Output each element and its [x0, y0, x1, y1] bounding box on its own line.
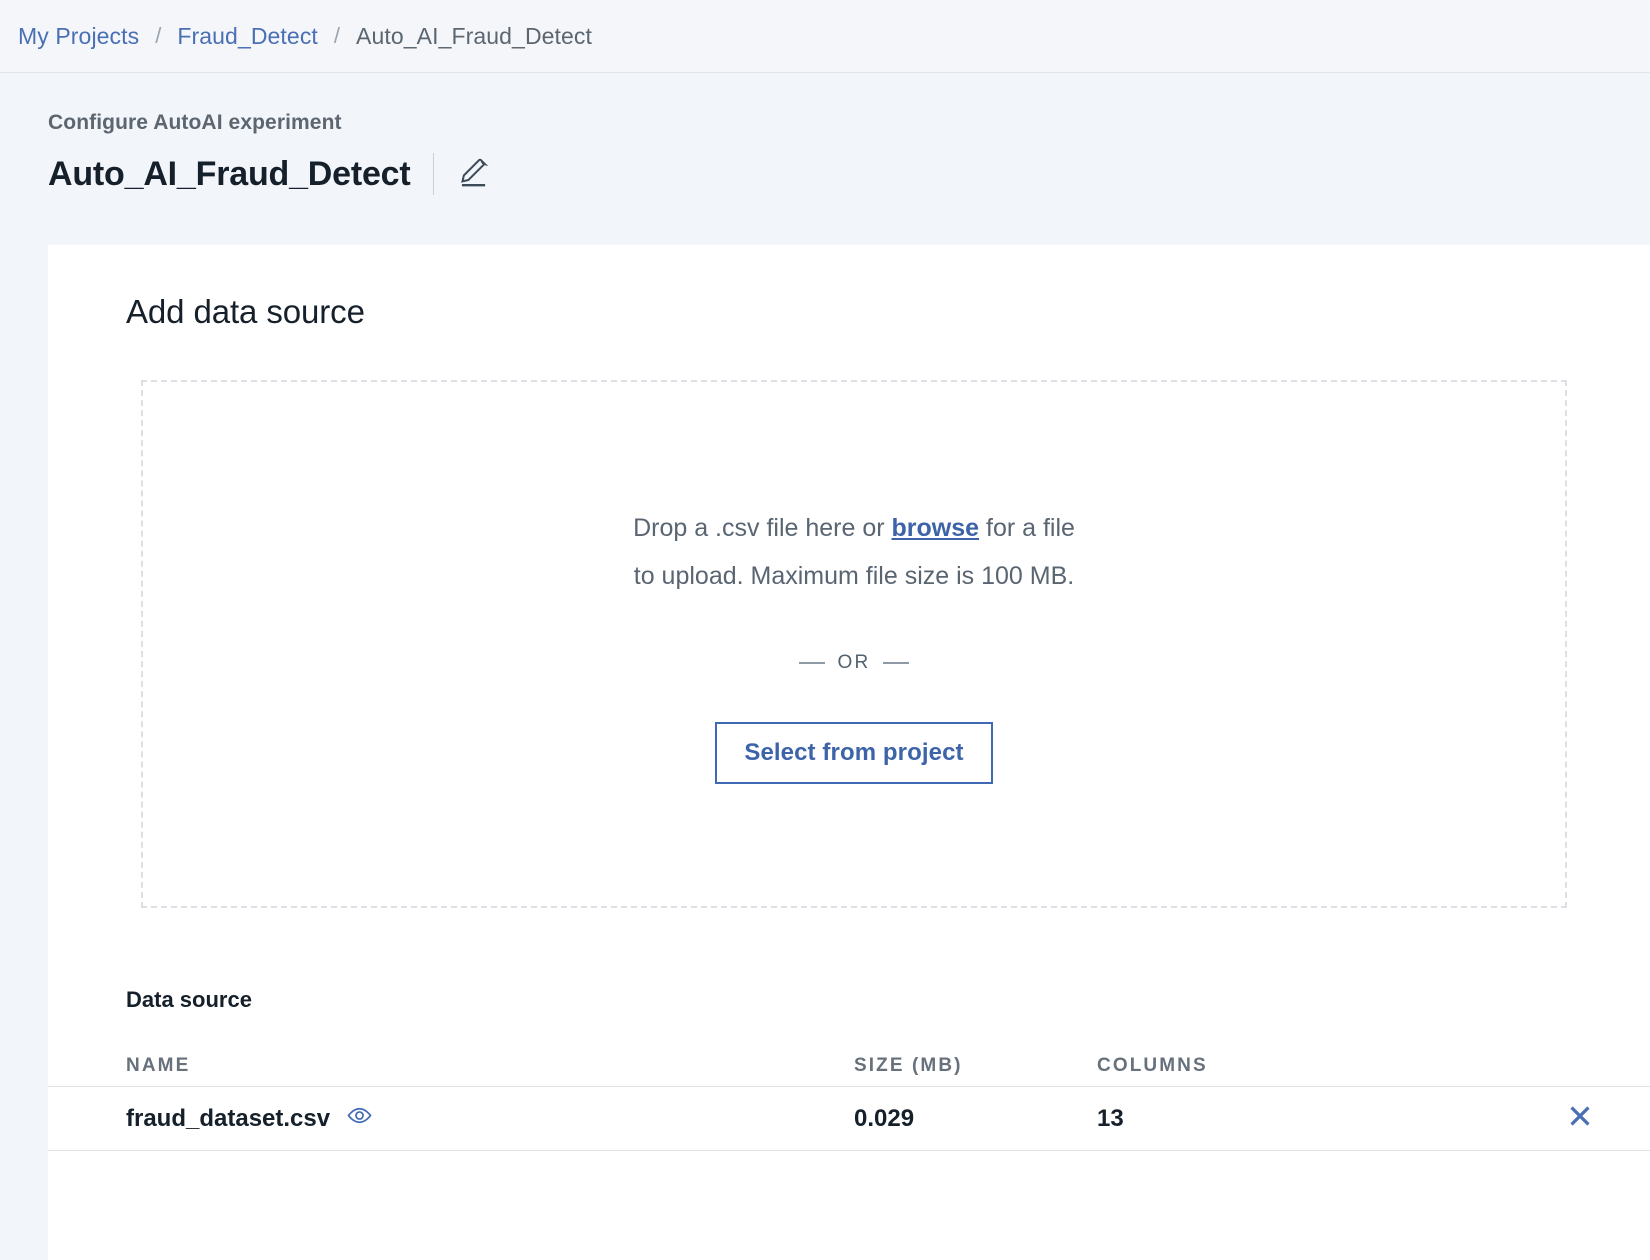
- column-header-columns: COLUMNS: [1097, 1054, 1208, 1076]
- breadcrumb: My Projects / Fraud_Detect / Auto_AI_Fra…: [0, 0, 1650, 73]
- close-icon[interactable]: [1565, 1101, 1595, 1136]
- column-header-name: NAME: [126, 1054, 191, 1076]
- column-header-size: SIZE (MB): [854, 1054, 963, 1076]
- dropzone-instruction-line-2: to upload. Maximum file size is 100 MB.: [633, 562, 1075, 590]
- table-body: fraud_dataset.csv 0.029 13: [48, 1087, 1650, 1151]
- file-dropzone[interactable]: Drop a .csv file here or browse for a fi…: [141, 380, 1567, 908]
- breadcrumb-separator: /: [333, 23, 341, 48]
- breadcrumb-item-my-projects[interactable]: My Projects: [18, 23, 139, 50]
- file-name-label: fraud_dataset.csv: [126, 1104, 331, 1132]
- dropzone-instruction-line-1: Drop a .csv file here or browse for a fi…: [633, 504, 1075, 552]
- browse-link[interactable]: browse: [892, 514, 980, 542]
- table-row: fraud_dataset.csv 0.029 13: [48, 1087, 1650, 1151]
- data-source-heading: Data source: [126, 987, 252, 1012]
- or-dash-left: [798, 662, 825, 664]
- pencil-icon[interactable]: [456, 155, 490, 194]
- eye-icon[interactable]: [346, 1102, 373, 1136]
- page-eyebrow: Configure AutoAI experiment: [48, 111, 342, 134]
- dropzone-text-after: for a file: [979, 514, 1075, 542]
- cell-size: 0.029: [854, 1104, 915, 1132]
- table-header-row: NAME SIZE (MB) COLUMNS: [48, 1045, 1650, 1087]
- card-title: Add data source: [126, 293, 365, 330]
- dropzone-text-before: Drop a .csv file here or: [633, 514, 892, 542]
- or-label: OR: [837, 652, 871, 673]
- title-divider: [432, 153, 434, 195]
- select-from-project-button[interactable]: Select from project: [715, 722, 993, 784]
- data-source-table: NAME SIZE (MB) COLUMNS fraud_dataset.csv…: [48, 1045, 1650, 1151]
- add-data-source-card: Add data source Drop a .csv file here or…: [48, 245, 1650, 1260]
- title-row: Auto_AI_Fraud_Detect: [48, 153, 1650, 195]
- breadcrumb-item-current: Auto_AI_Fraud_Detect: [356, 22, 593, 49]
- page-title: Auto_AI_Fraud_Detect: [48, 154, 411, 193]
- cell-file-name: fraud_dataset.csv: [126, 1102, 854, 1136]
- page-header: Configure AutoAI experiment Auto_AI_Frau…: [0, 73, 1650, 245]
- or-separator: OR: [798, 652, 910, 674]
- breadcrumb-separator: /: [155, 23, 162, 48]
- or-dash-right: [883, 662, 910, 664]
- breadcrumb-item-fraud-detect[interactable]: Fraud_Detect: [177, 23, 318, 50]
